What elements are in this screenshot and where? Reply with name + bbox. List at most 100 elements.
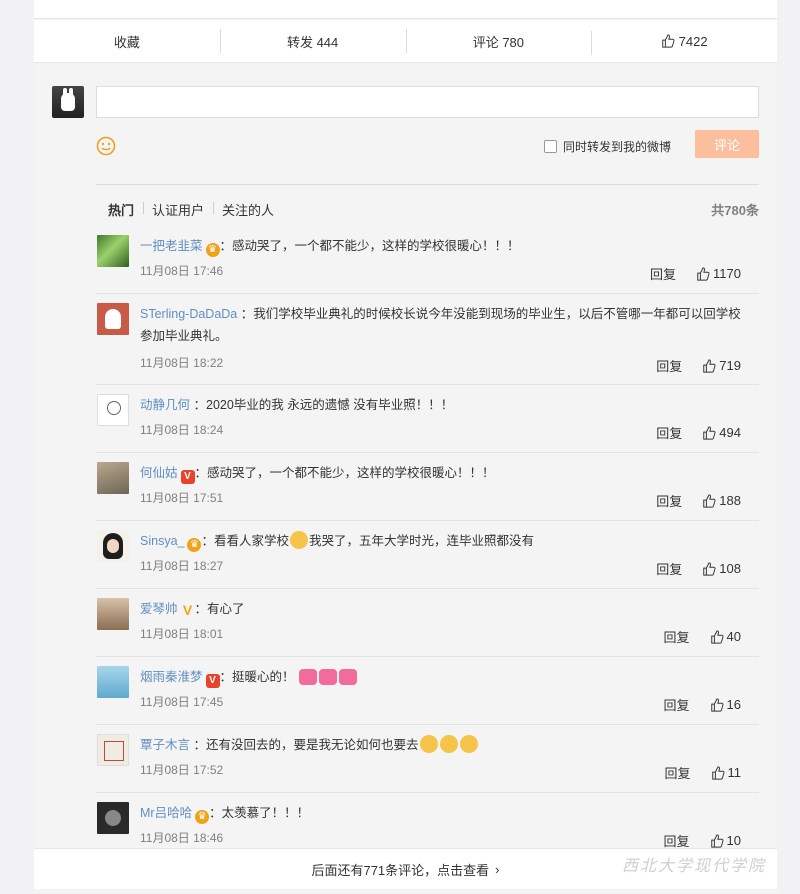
comment-text: 覃子木言 ：还有没回去的，要是我无论如何也要去 (140, 734, 759, 756)
comment-body: ：感动哭了，一个都不能少，这样的学校很暖心！！！ (194, 466, 495, 480)
repost-checkbox-group[interactable]: 同时转发到我的微博 (544, 138, 671, 155)
list-item: STerling-DaDaDa ：我们学校毕业典礼的时候校长说今年没能到现场的毕… (96, 294, 759, 385)
like-button[interactable]: 11 (711, 765, 742, 780)
comment-body: ：太羡慕了！！！ (209, 806, 310, 820)
comment-username[interactable]: 动静几何 (140, 398, 190, 412)
comment-time: 11月08日 17:52 (140, 763, 224, 777)
worried-emoji-icon (419, 735, 438, 753)
avatar[interactable] (97, 462, 129, 494)
tab-verified-users[interactable]: 认证用户 (143, 200, 213, 219)
reply-button[interactable]: 回复 (656, 559, 682, 578)
like-count: 11 (727, 765, 742, 780)
comment-ops: 回复 1170 (650, 264, 741, 283)
like-button[interactable]: 1170 (696, 266, 741, 281)
tab-hot[interactable]: 热门 (96, 200, 143, 219)
list-item: 烟雨秦淮梦 V ：挺暖心的！ 11月08日 17:45 回复 16 (96, 657, 759, 725)
like-button[interactable]: 10 (710, 833, 741, 848)
like-count: 719 (719, 358, 741, 373)
favorite-button[interactable]: 收藏 (34, 32, 220, 51)
vip-crown-icon: ♛ (195, 810, 210, 824)
comment-username[interactable]: 何仙姑 (140, 466, 178, 480)
worried-emoji-icon (459, 735, 478, 753)
thumbs-up-icon (702, 358, 716, 373)
comment-body: ：还有没回去的，要是我无论如何也要去 (193, 738, 419, 752)
vip-crown-icon: ♛ (205, 243, 220, 257)
avatar[interactable] (97, 303, 129, 335)
comment-text: STerling-DaDaDa ：我们学校毕业典礼的时候校长说今年没能到现场的毕… (140, 303, 759, 347)
avatar[interactable] (97, 394, 129, 426)
weibo-card: 收藏 转发 444 评论 780 7422 同时转发到我的微博 评论 热门 认证… (34, 0, 777, 894)
comment-username[interactable]: STerling-DaDaDa (140, 307, 237, 321)
reply-button[interactable]: 回复 (656, 423, 682, 442)
thumbs-up-icon (702, 425, 716, 440)
list-item: 动静几何 ：2020毕业的我 永远的遗憾 没有毕业照！！！ 11月08日 18:… (96, 385, 759, 453)
list-item: 爱琴帅 V ：有心了 11月08日 18:01 回复 40 (96, 589, 759, 657)
reply-button[interactable]: 回复 (656, 356, 682, 375)
heart-emoji-icon (299, 669, 318, 685)
comment-username[interactable]: 一把老韭菜 (140, 239, 203, 253)
list-item: 覃子木言 ：还有没回去的，要是我无论如何也要去 11月08日 17:52 回复 … (96, 725, 759, 793)
comment-username[interactable]: Sinsya_ (140, 534, 184, 548)
comment-button[interactable]: 评论 780 (405, 28, 592, 53)
list-item: 一把老韭菜 ♛ ：感动哭了，一个都不能少，这样的学校很暖心！！！ 11月08日 17… (96, 226, 759, 294)
comment-body: ：有心了 (194, 602, 245, 616)
thumbs-up-icon (702, 493, 716, 508)
reply-button[interactable]: 回复 (664, 763, 690, 782)
comment-time: 11月08日 18:22 (140, 356, 224, 370)
heart-emoji-icon (319, 669, 338, 685)
comment-list: 一把老韭菜 ♛ ：感动哭了，一个都不能少，这样的学校很暖心！！！ 11月08日 17… (96, 226, 759, 860)
verified-v-icon: V (180, 470, 195, 484)
like-button[interactable]: 40 (710, 629, 741, 644)
comment-input[interactable] (96, 86, 759, 118)
thumbs-up-icon (661, 34, 675, 48)
repost-checkbox-label: 同时转发到我的微博 (563, 140, 672, 154)
avatar[interactable] (97, 235, 129, 267)
avatar[interactable] (97, 598, 129, 630)
favorite-label: 收藏 (113, 34, 140, 50)
comment-time: 11月08日 18:46 (140, 831, 224, 845)
like-count: 494 (719, 425, 741, 440)
submit-comment-button[interactable]: 评论 (695, 130, 759, 158)
like-button[interactable]: 16 (710, 697, 741, 712)
comment-label: 评论 780 (472, 34, 525, 50)
like-button[interactable]: 108 (702, 561, 741, 576)
comment-body: ：挺暖心的！ (219, 670, 295, 684)
like-count: 7422 (678, 33, 708, 49)
comment-time: 11月08日 18:01 (140, 627, 224, 641)
like-button[interactable]: 494 (702, 425, 741, 440)
thumbs-up-icon (710, 697, 724, 712)
repost-button[interactable]: 转发 444 (219, 28, 406, 53)
reply-button[interactable]: 回复 (664, 695, 690, 714)
comment-text: 烟雨秦淮梦 V ：挺暖心的！ (140, 666, 759, 688)
comment-username[interactable]: 爱琴帅 (140, 602, 178, 616)
like-count: 1170 (713, 266, 741, 281)
card-top-strip (34, 0, 777, 19)
crying-emoji-icon (290, 531, 308, 549)
avatar[interactable] (97, 734, 129, 766)
like-button[interactable]: 188 (702, 493, 741, 508)
like-button[interactable]: 719 (702, 358, 741, 373)
verified-v-icon: V (182, 602, 193, 618)
comment-username[interactable]: 覃子木言 (140, 738, 190, 752)
comment-total: 共780条 (711, 202, 759, 218)
avatar[interactable] (97, 802, 129, 834)
comment-username[interactable]: Mr吕哈哈 (140, 806, 192, 820)
comment-body-cont: 我哭了，五年大学时光，连毕业照都没有 (309, 534, 535, 548)
reply-button[interactable]: 回复 (664, 627, 690, 646)
emoji-picker-icon[interactable] (96, 136, 116, 156)
avatar[interactable] (97, 530, 129, 562)
comment-time: 11月08日 17:46 (140, 264, 224, 278)
list-item: 何仙姑 V ：感动哭了，一个都不能少，这样的学校很暖心！！！ 11月08日 17:5… (96, 453, 759, 521)
tab-following[interactable]: 关注的人 (213, 200, 283, 219)
avatar[interactable] (97, 666, 129, 698)
reply-button[interactable]: 回复 (650, 264, 676, 283)
comment-ops: 回复 16 (664, 695, 741, 714)
comment-time: 11月08日 17:45 (140, 695, 224, 709)
repost-label: 转发 444 (286, 34, 339, 50)
avatar[interactable] (52, 86, 84, 118)
repost-checkbox[interactable] (544, 140, 557, 153)
like-button[interactable]: 7422 (591, 30, 777, 55)
reply-button[interactable]: 回复 (656, 491, 682, 510)
like-count: 108 (719, 561, 741, 576)
comment-username[interactable]: 烟雨秦淮梦 (140, 670, 203, 684)
